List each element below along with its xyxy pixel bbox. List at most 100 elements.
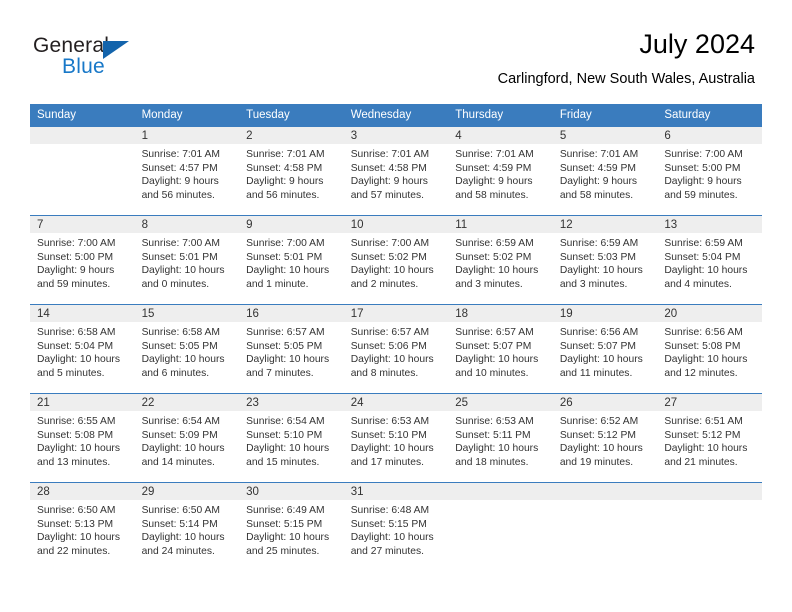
day-number: [552, 483, 658, 500]
day-number: 8: [134, 216, 240, 233]
sunrise-time: Sunrise: 6:53 AM: [350, 416, 430, 427]
day-number: [448, 483, 553, 500]
calendar-day-cell[interactable]: 14 Sunrise: 6:58 AM Sunset: 5:04 PM Dayligh…: [30, 304, 135, 394]
calendar-day-cell[interactable]: 26 Sunrise: 6:52 AM Sunset: 5:12 PM Dayligh…: [552, 393, 658, 483]
day-number: 15: [134, 305, 240, 322]
weekday-header-sunday: Sunday: [30, 104, 135, 127]
daylight-duration-line2: and 0 minutes.: [141, 278, 210, 290]
calendar-day-cell[interactable]: 28 Sunrise: 6:50 AM Sunset: 5:13 PM Dayligh…: [30, 482, 135, 572]
daylight-duration-line2: and 5 minutes.: [37, 367, 105, 379]
calendar-day-cell[interactable]: 30 Sunrise: 6:49 AM Sunset: 5:15 PM Dayligh…: [239, 482, 344, 572]
sunrise-sunset-calendar: Sunday Monday Tuesday Wednesday Thursday Frid…: [30, 104, 762, 572]
calendar-day-cell[interactable]: 15 Sunrise: 6:58 AM Sunset: 5:05 PM Dayligh…: [134, 304, 240, 394]
calendar-day-cell[interactable]: 2 Sunrise: 7:01 AM Sunset: 4:58 PM Daylight…: [239, 126, 344, 216]
calendar-day-cell[interactable]: 7 Sunrise: 7:00 AM Sunset: 5:00 PM Daylight…: [30, 215, 135, 305]
calendar-body: 1 Sunrise: 7:01 AM Sunset: 4:57 PM Daylight…: [30, 126, 762, 572]
calendar-day-cell[interactable]: 18 Sunrise: 6:57 AM Sunset: 5:07 PM Dayligh…: [448, 304, 553, 394]
daylight-duration-line1: Daylight: 10 hours: [455, 265, 539, 277]
daylight-duration-line1: Daylight: 10 hours: [559, 354, 643, 366]
calendar-day-cell[interactable]: 3 Sunrise: 7:01 AM Sunset: 4:58 PM Daylight…: [343, 126, 449, 216]
daylight-duration-line1: Daylight: 10 hours: [559, 265, 643, 277]
sunset-time: Sunset: 4:59 PM: [559, 162, 636, 174]
sunrise-time: Sunrise: 6:58 AM: [141, 327, 220, 338]
sunset-time: Sunset: 5:02 PM: [455, 251, 532, 263]
daylight-duration-line2: and 58 minutes.: [455, 189, 529, 201]
calendar-day-cell[interactable]: 19 Sunrise: 6:56 AM Sunset: 5:07 PM Dayligh…: [552, 304, 658, 394]
day-number: 26: [552, 394, 658, 411]
sunset-time: Sunset: 5:05 PM: [141, 340, 218, 352]
day-number: 13: [657, 216, 762, 233]
calendar-day-cell[interactable]: 22 Sunrise: 6:54 AM Sunset: 5:09 PM Dayligh…: [134, 393, 240, 483]
day-details: Sunrise: 6:53 AM Sunset: 5:10 PM Daylight:…: [344, 411, 449, 469]
daylight-duration-line1: Daylight: 10 hours: [350, 443, 434, 455]
sunrise-time: Sunrise: 7:01 AM: [141, 149, 220, 160]
sunset-time: Sunset: 5:12 PM: [664, 429, 741, 441]
day-details: Sunrise: 6:54 AM Sunset: 5:10 PM Daylight:…: [239, 411, 344, 469]
sunset-time: Sunset: 5:04 PM: [664, 251, 741, 263]
day-number: 10: [343, 216, 449, 233]
daylight-duration-line2: and 2 minutes.: [350, 278, 419, 290]
logo-text-blue: Blue: [62, 55, 105, 78]
calendar-day-cell[interactable]: 13 Sunrise: 6:59 AM Sunset: 5:04 PM Dayligh…: [657, 215, 762, 305]
calendar-week-row: 7 Sunrise: 7:00 AM Sunset: 5:00 PM Daylight…: [30, 215, 762, 305]
calendar-day-cell[interactable]: 12 Sunrise: 6:59 AM Sunset: 5:03 PM Dayligh…: [552, 215, 658, 305]
sunrise-time: Sunrise: 7:00 AM: [664, 149, 743, 160]
calendar-day-cell[interactable]: 10 Sunrise: 7:00 AM Sunset: 5:02 PM Dayligh…: [343, 215, 449, 305]
calendar-day-cell[interactable]: 20 Sunrise: 6:56 AM Sunset: 5:08 PM Dayligh…: [657, 304, 762, 394]
daylight-duration-line1: Daylight: 9 hours: [350, 176, 428, 188]
title-block: July 2024 Carlingford, New South Wales, …: [498, 29, 755, 86]
daylight-duration-line2: and 56 minutes.: [141, 189, 215, 201]
daylight-duration-line1: Daylight: 10 hours: [141, 532, 225, 544]
calendar-day-cell[interactable]: 6 Sunrise: 7:00 AM Sunset: 5:00 PM Daylight…: [657, 126, 762, 216]
calendar-day-cell[interactable]: 5 Sunrise: 7:01 AM Sunset: 4:59 PM Daylight…: [552, 126, 658, 216]
calendar-day-cell[interactable]: 8 Sunrise: 7:00 AM Sunset: 5:01 PM Daylight…: [134, 215, 240, 305]
calendar-day-cell[interactable]: 31 Sunrise: 6:48 AM Sunset: 5:15 PM Dayligh…: [343, 482, 449, 572]
calendar-day-cell[interactable]: 25 Sunrise: 6:53 AM Sunset: 5:11 PM Dayligh…: [448, 393, 553, 483]
sunset-time: Sunset: 5:06 PM: [350, 340, 427, 352]
daylight-duration-line2: and 1 minute.: [246, 278, 309, 290]
day-number: 28: [30, 483, 135, 500]
sunset-time: Sunset: 5:12 PM: [559, 429, 636, 441]
sunrise-time: Sunrise: 7:01 AM: [246, 149, 325, 160]
daylight-duration-line2: and 18 minutes.: [455, 456, 529, 468]
calendar-day-cell[interactable]: 21 Sunrise: 6:55 AM Sunset: 5:08 PM Dayligh…: [30, 393, 135, 483]
day-number: 5: [552, 127, 658, 144]
calendar-day-cell[interactable]: 23 Sunrise: 6:54 AM Sunset: 5:10 PM Dayligh…: [239, 393, 344, 483]
daylight-duration-line2: and 11 minutes.: [559, 367, 633, 379]
calendar-day-cell[interactable]: 27 Sunrise: 6:51 AM Sunset: 5:12 PM Dayligh…: [657, 393, 762, 483]
calendar-day-cell[interactable]: 9 Sunrise: 7:00 AM Sunset: 5:01 PM Daylight…: [239, 215, 344, 305]
daylight-duration-line1: Daylight: 10 hours: [350, 265, 434, 277]
sunrise-time: Sunrise: 6:51 AM: [664, 416, 743, 427]
daylight-duration-line1: Daylight: 10 hours: [664, 265, 748, 277]
calendar-empty-cell: [448, 482, 553, 572]
weekday-header-thursday: Thursday: [448, 104, 553, 127]
calendar-day-cell[interactable]: 4 Sunrise: 7:01 AM Sunset: 4:59 PM Daylight…: [448, 126, 553, 216]
day-number: [30, 127, 135, 144]
calendar-day-cell[interactable]: 16 Sunrise: 6:57 AM Sunset: 5:05 PM Dayligh…: [239, 304, 344, 394]
sunset-time: Sunset: 5:09 PM: [141, 429, 218, 441]
calendar-day-cell[interactable]: 1 Sunrise: 7:01 AM Sunset: 4:57 PM Daylight…: [134, 126, 240, 216]
day-number: 12: [552, 216, 658, 233]
calendar-week-row: 21 Sunrise: 6:55 AM Sunset: 5:08 PM Dayligh…: [30, 393, 762, 483]
daylight-duration-line2: and 6 minutes.: [141, 367, 210, 379]
sunset-time: Sunset: 5:04 PM: [37, 340, 114, 352]
calendar-day-cell[interactable]: 24 Sunrise: 6:53 AM Sunset: 5:10 PM Dayligh…: [343, 393, 449, 483]
sunrise-time: Sunrise: 6:57 AM: [455, 327, 534, 338]
sunrise-time: Sunrise: 6:52 AM: [559, 416, 639, 427]
calendar-day-cell[interactable]: 29 Sunrise: 6:50 AM Sunset: 5:14 PM Dayligh…: [134, 482, 240, 572]
day-number: 9: [239, 216, 344, 233]
sunset-time: Sunset: 5:05 PM: [246, 340, 323, 352]
sunrise-time: Sunrise: 7:00 AM: [37, 238, 116, 249]
daylight-duration-line1: Daylight: 10 hours: [455, 354, 539, 366]
daylight-duration-line2: and 19 minutes.: [559, 456, 634, 468]
calendar-day-cell[interactable]: 11 Sunrise: 6:59 AM Sunset: 5:02 PM Dayligh…: [448, 215, 553, 305]
general-blue-logo[interactable]: General Blue: [33, 34, 233, 90]
sunset-time: Sunset: 5:07 PM: [455, 340, 532, 352]
calendar-header-row: Sunday Monday Tuesday Wednesday Thursday Frid…: [30, 104, 762, 127]
calendar-day-cell[interactable]: 17 Sunrise: 6:57 AM Sunset: 5:06 PM Dayligh…: [343, 304, 449, 394]
day-details: Sunrise: 6:49 AM Sunset: 5:15 PM Daylight:…: [239, 500, 344, 558]
daylight-duration-line2: and 58 minutes.: [559, 189, 634, 201]
sunrise-time: Sunrise: 6:54 AM: [246, 416, 325, 427]
day-number: 27: [657, 394, 762, 411]
sunset-time: Sunset: 5:15 PM: [350, 518, 427, 530]
